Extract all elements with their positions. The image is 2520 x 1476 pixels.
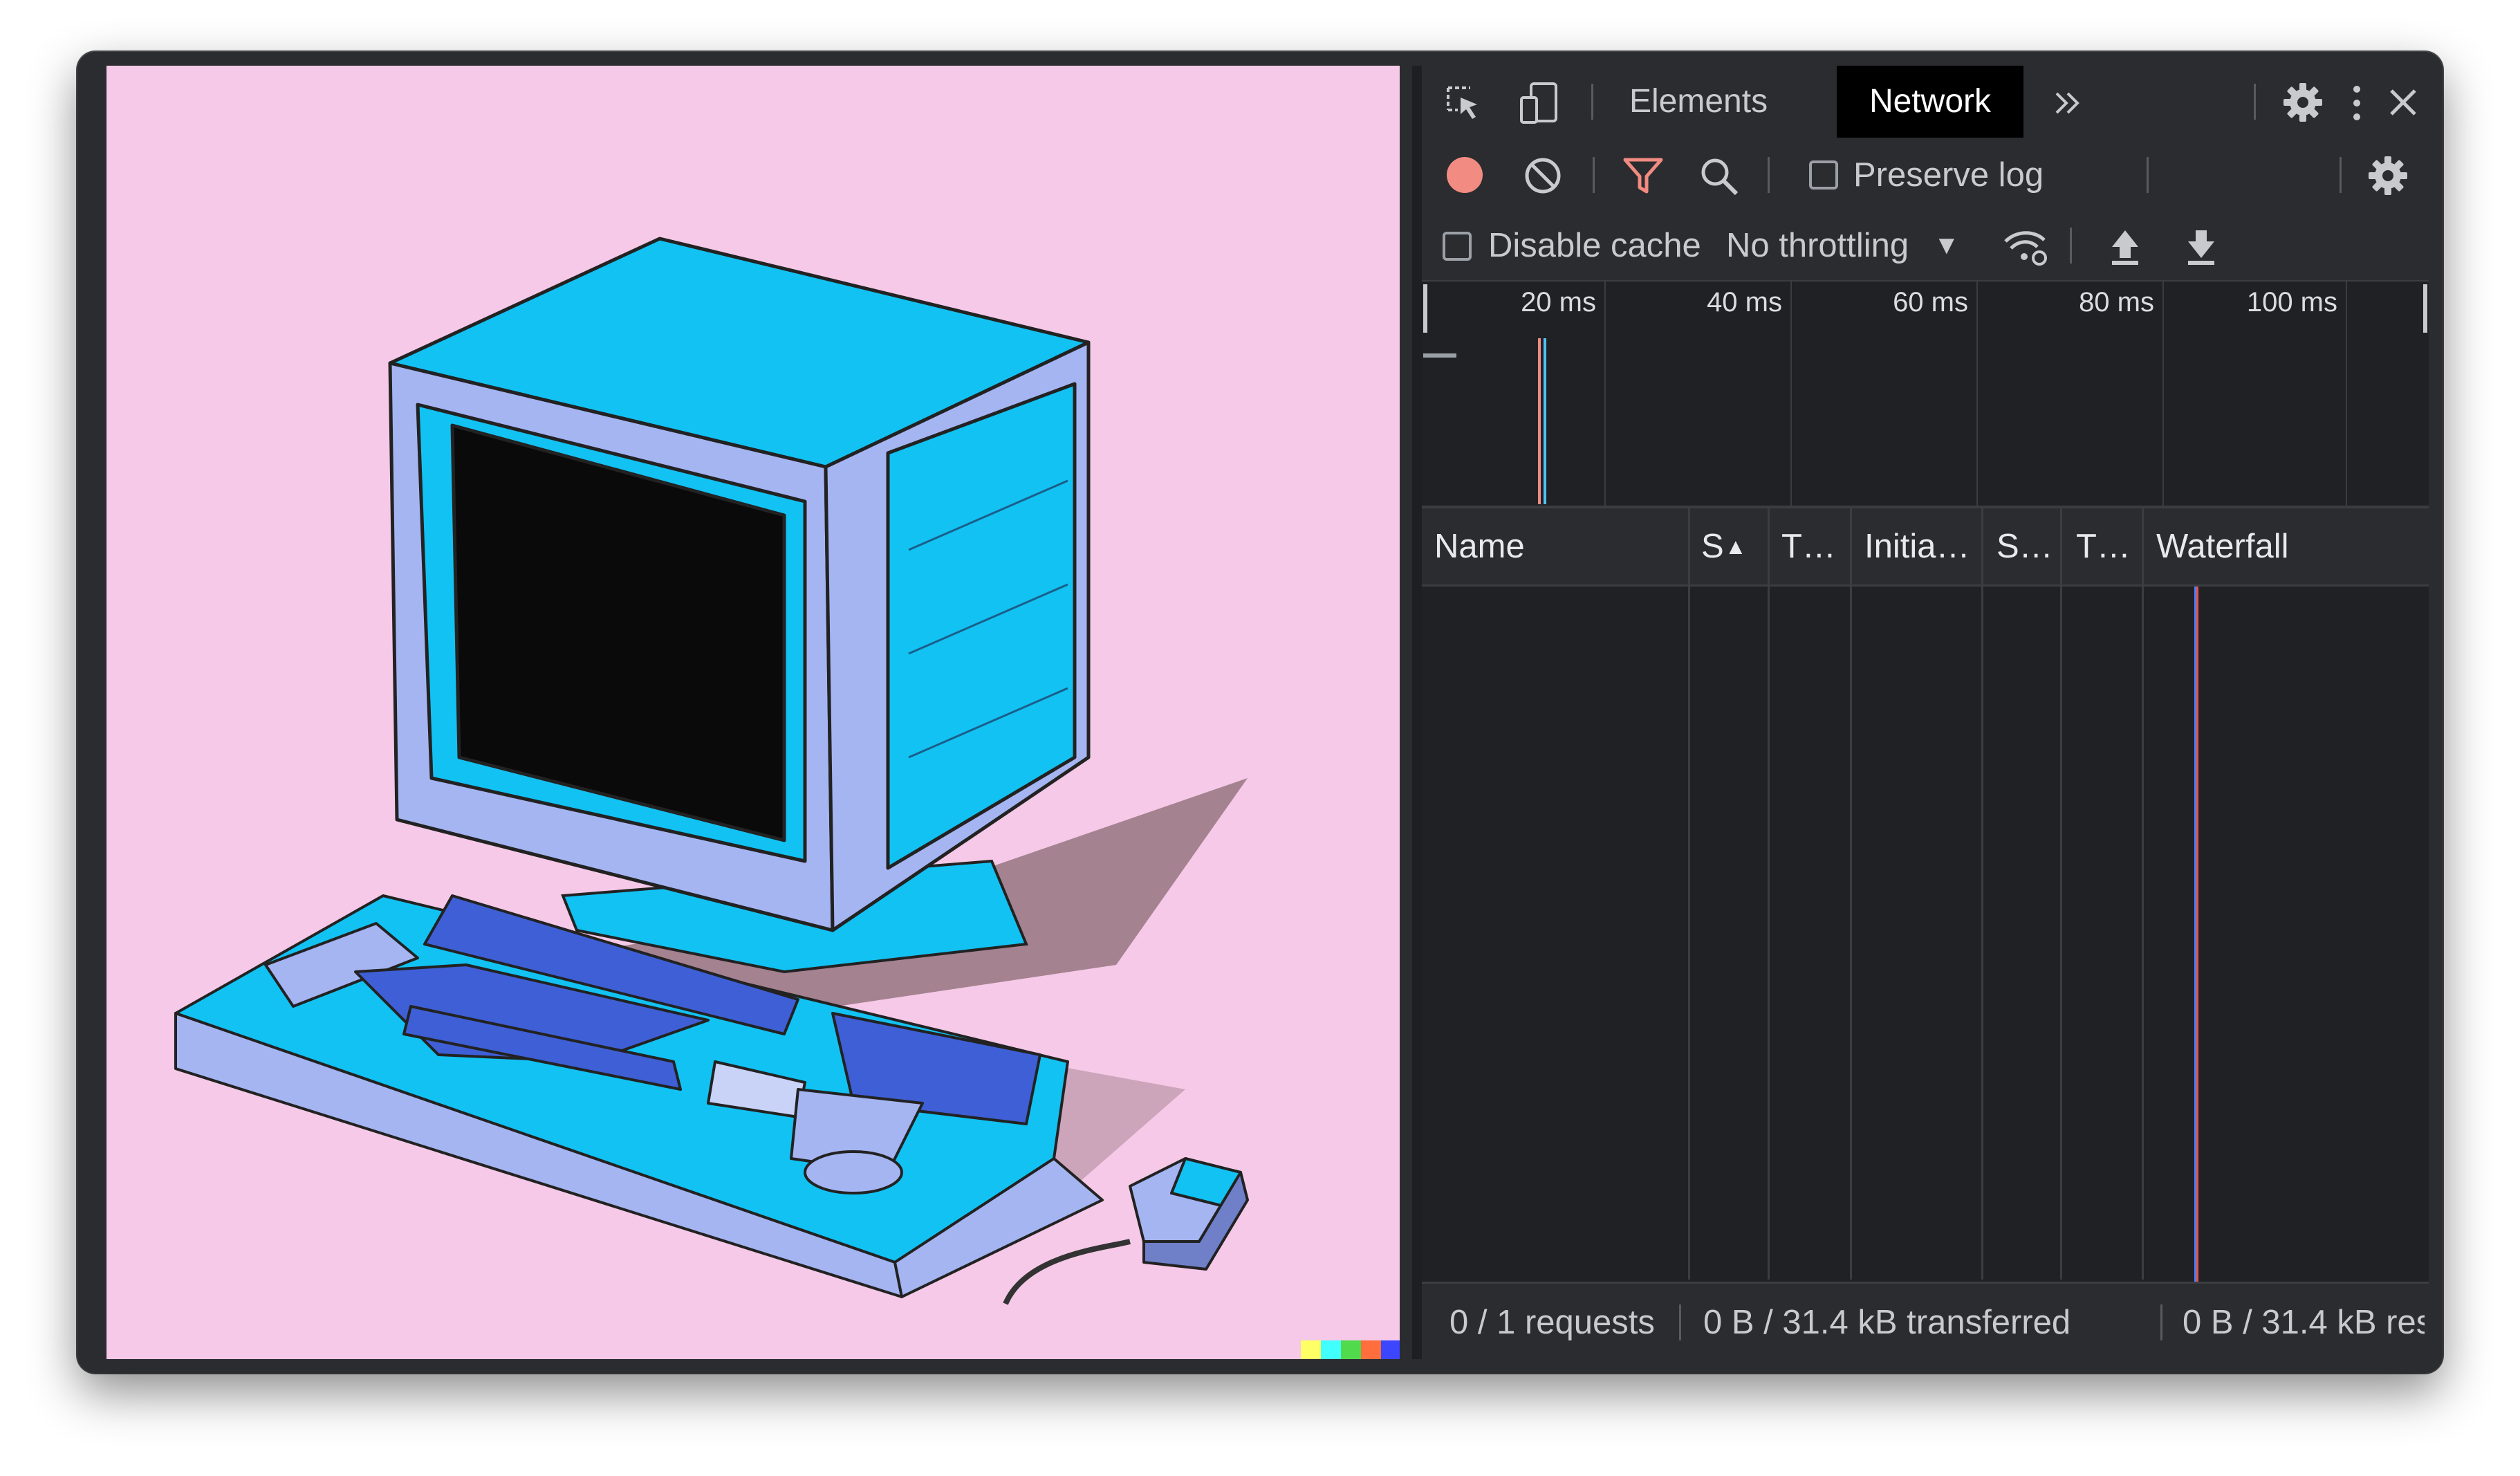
network-toolbar: Preserve log: [1422, 138, 2429, 214]
disable-cache-checkbox[interactable]: [1443, 232, 1472, 261]
tab-elements[interactable]: Elements: [1629, 66, 1768, 138]
tick-line: [2162, 282, 2164, 506]
resources-size: 0 B / 31.4 kB resou: [2183, 1304, 2425, 1341]
tick-line: [1604, 282, 1606, 506]
toolbar-separator: [2070, 228, 2072, 264]
network-request-list[interactable]: [1422, 587, 2429, 1282]
toolbar-separator: [2147, 157, 2149, 193]
toolbar-separator: [1593, 157, 1595, 193]
close-icon[interactable]: [2387, 86, 2419, 118]
dom-content-loaded-marker: [1544, 338, 1546, 504]
more-options-icon[interactable]: [2348, 82, 2365, 124]
network-settings-gear-icon[interactable]: [2366, 154, 2409, 197]
column-waterfall[interactable]: Waterfall: [2156, 508, 2289, 584]
tick-label: 40 ms: [1707, 287, 1782, 317]
inspect-element-icon[interactable]: [1443, 82, 1484, 124]
export-har-icon[interactable]: [2184, 226, 2218, 266]
overview-left-handle[interactable]: [1423, 284, 1427, 333]
color-bar-watermark: [1301, 1340, 1400, 1359]
tick-line: [2346, 282, 2347, 506]
column-size[interactable]: S…: [1996, 508, 2053, 584]
column-divider[interactable]: [2142, 508, 2144, 1280]
overview-right-handle[interactable]: [2423, 284, 2427, 333]
disable-cache-label: Disable cache: [1488, 227, 1701, 264]
search-icon[interactable]: [1698, 156, 1740, 197]
retro-computer-illustration: [174, 237, 1400, 1359]
tick-label: 100 ms: [2246, 287, 2337, 317]
column-divider[interactable]: [1688, 508, 1690, 1280]
clear-icon[interactable]: [1523, 156, 1563, 196]
column-divider[interactable]: [1981, 508, 1983, 1280]
column-type[interactable]: T…: [1781, 508, 1836, 584]
more-tabs-icon[interactable]: [2053, 89, 2083, 117]
tab-network[interactable]: Network: [1837, 66, 2023, 138]
monitor: [388, 237, 1091, 932]
network-summary-bar: 0 / 1 requests 0 B / 31.4 kB transferred…: [1422, 1282, 2429, 1359]
transferred-size: 0 B / 31.4 kB transferred: [1703, 1304, 2071, 1341]
network-overview-timeline[interactable]: 20 ms 40 ms 60 ms 80 ms 100 ms: [1422, 282, 2429, 508]
import-har-icon[interactable]: [2108, 226, 2142, 266]
tick-line: [1790, 282, 1792, 506]
chevron-down-icon: ▼: [1934, 231, 1960, 260]
column-divider[interactable]: [1850, 508, 1852, 1280]
page-viewport: [106, 66, 1400, 1359]
column-time[interactable]: T…: [2076, 508, 2131, 584]
tick-label: 80 ms: [2079, 287, 2154, 317]
preserve-log-label: Preserve log: [1853, 156, 2044, 194]
toolbar-separator: [2254, 84, 2256, 120]
devtools-tab-bar: Elements Network: [1422, 66, 2429, 139]
column-status-label: S: [1701, 528, 1724, 565]
device-toolbar-icon[interactable]: [1519, 81, 1560, 125]
waterfall-load-line: [2196, 587, 2198, 1282]
network-toolbar-secondary: Disable cache No throttling ▼: [1422, 212, 2429, 282]
column-name[interactable]: Name: [1434, 508, 1525, 584]
load-event-marker: [1538, 338, 1541, 504]
pane-splitter[interactable]: [1412, 66, 1422, 1359]
toolbar-separator: [1591, 84, 1593, 120]
column-divider[interactable]: [1768, 508, 1770, 1280]
network-conditions-icon[interactable]: [2001, 226, 2050, 268]
tick-label: 20 ms: [1521, 287, 1596, 317]
overview-request-bar: [1423, 353, 1456, 358]
filter-icon[interactable]: [1622, 157, 1664, 196]
throttling-value: No throttling: [1726, 227, 1909, 264]
record-icon[interactable]: [1445, 156, 1484, 194]
tick-line: [1976, 282, 1978, 506]
status-separator: [2160, 1304, 2162, 1340]
settings-gear-icon[interactable]: [2281, 81, 2324, 124]
column-status[interactable]: S ▲: [1701, 508, 1777, 584]
browser-window: Elements Network Preserve log Disable ca…: [77, 52, 2443, 1373]
devtools-panel: Elements Network Preserve log Disable ca…: [1422, 66, 2429, 1359]
tab-network-label: Network: [1869, 83, 1992, 120]
status-separator: [1679, 1304, 1681, 1340]
throttling-select[interactable]: No throttling ▼: [1726, 225, 1960, 266]
network-table-header: Name S ▲ T… Initia… S… T… Waterfall: [1422, 508, 2429, 587]
preserve-log-checkbox[interactable]: [1809, 160, 1838, 190]
requests-count: 0 / 1 requests: [1449, 1304, 1655, 1341]
sort-ascending-icon: ▲: [1725, 534, 1747, 559]
column-divider[interactable]: [2060, 508, 2062, 1280]
toolbar-separator: [2340, 157, 2342, 193]
toolbar-separator: [1768, 157, 1770, 193]
column-initiator[interactable]: Initia…: [1864, 508, 1970, 584]
tick-label: 60 ms: [1893, 287, 1968, 317]
